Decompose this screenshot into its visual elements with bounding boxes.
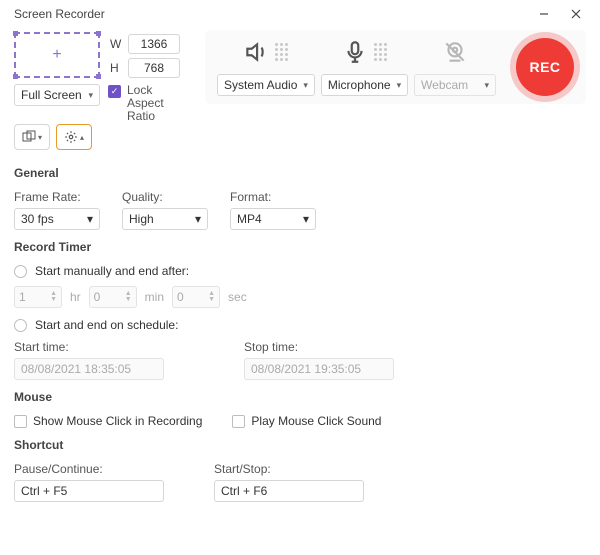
startstop-shortcut-label: Start/Stop: bbox=[214, 462, 364, 476]
format-label: Format: bbox=[230, 190, 316, 204]
record-button[interactable]: REC bbox=[516, 38, 574, 96]
quality-select[interactable]: High▾ bbox=[122, 208, 208, 230]
minimize-button[interactable] bbox=[528, 0, 560, 28]
frame-rate-label: Frame Rate: bbox=[14, 190, 100, 204]
show-mouse-click-option[interactable]: Show Mouse Click in Recording bbox=[14, 414, 202, 428]
webcam-disabled-icon bbox=[442, 39, 468, 65]
format-select[interactable]: MP4▾ bbox=[230, 208, 316, 230]
plus-icon: + bbox=[52, 47, 61, 63]
checkbox-checked-icon: ✓ bbox=[108, 85, 121, 98]
screenshot-tool-button[interactable]: ▾ bbox=[14, 124, 50, 150]
settings-tool-button[interactable]: ▴ bbox=[56, 124, 92, 150]
speaker-icon bbox=[243, 39, 269, 65]
frame-rate-select[interactable]: 30 fps▾ bbox=[14, 208, 100, 230]
capture-config-panel: + W 1366 H 768 Full Screen▾ ✓ Lock Aspec… bbox=[0, 28, 600, 118]
timer-manual-label: Start manually and end after: bbox=[35, 264, 189, 278]
webcam-select[interactable]: Webcam▾ bbox=[414, 74, 496, 96]
lock-aspect-row[interactable]: ✓ Lock Aspect Ratio bbox=[108, 84, 187, 123]
level-dots-icon bbox=[275, 43, 288, 61]
startstop-shortcut-input[interactable]: Ctrl + F6 bbox=[214, 480, 364, 502]
chevron-down-icon: ▾ bbox=[195, 212, 201, 226]
height-input[interactable]: 768 bbox=[128, 58, 180, 78]
toolbar: ▾ ▴ bbox=[0, 118, 600, 154]
radio-unchecked-icon bbox=[14, 319, 27, 332]
microphone-icon bbox=[342, 39, 368, 65]
level-dots-icon bbox=[374, 43, 387, 61]
pause-shortcut-label: Pause/Continue: bbox=[14, 462, 164, 476]
timer-schedule-option[interactable]: Start and end on schedule: bbox=[14, 318, 586, 332]
section-shortcut: Shortcut bbox=[14, 438, 586, 452]
chevron-down-icon: ▾ bbox=[303, 80, 308, 91]
device-panel: System Audio▾ Microphone▾ Webcam▾ REC bbox=[205, 30, 586, 104]
chevron-down-icon: ▾ bbox=[87, 212, 93, 226]
start-time-label: Start time: bbox=[14, 340, 164, 354]
start-time-input[interactable]: 08/08/2021 18:35:05 bbox=[14, 358, 164, 380]
chevron-down-icon: ▾ bbox=[88, 90, 93, 101]
seconds-stepper[interactable]: 0▲▼ bbox=[172, 286, 220, 308]
hours-stepper[interactable]: 1▲▼ bbox=[14, 286, 62, 308]
timer-schedule-label: Start and end on schedule: bbox=[35, 318, 178, 332]
webcam-column: Webcam▾ bbox=[414, 38, 496, 96]
stop-time-label: Stop time: bbox=[244, 340, 394, 354]
section-general: General bbox=[14, 166, 586, 180]
chevron-down-icon: ▾ bbox=[485, 80, 490, 91]
height-label: H bbox=[110, 61, 122, 75]
show-mouse-click-label: Show Mouse Click in Recording bbox=[33, 414, 202, 428]
system-audio-column: System Audio▾ bbox=[217, 38, 315, 96]
radio-unchecked-icon bbox=[14, 265, 27, 278]
minutes-stepper[interactable]: 0▲▼ bbox=[89, 286, 137, 308]
microphone-column: Microphone▾ bbox=[321, 38, 408, 96]
section-record-timer: Record Timer bbox=[14, 240, 586, 254]
pause-shortcut-input[interactable]: Ctrl + F5 bbox=[14, 480, 164, 502]
system-audio-select[interactable]: System Audio▾ bbox=[217, 74, 315, 96]
section-mouse: Mouse bbox=[14, 390, 586, 404]
minutes-unit: min bbox=[145, 290, 164, 304]
gear-icon bbox=[64, 130, 78, 144]
capture-mode-select[interactable]: Full Screen▾ bbox=[14, 84, 100, 106]
timer-manual-option[interactable]: Start manually and end after: bbox=[14, 264, 586, 278]
close-button[interactable] bbox=[560, 0, 592, 28]
chevron-up-icon: ▴ bbox=[80, 133, 84, 142]
capture-area-column: + W 1366 H 768 Full Screen▾ ✓ Lock Aspec… bbox=[14, 30, 187, 123]
capture-region-box[interactable]: + bbox=[14, 32, 100, 78]
settings-panel[interactable]: General Frame Rate: 30 fps▾ Quality: Hig… bbox=[0, 154, 600, 555]
microphone-select[interactable]: Microphone▾ bbox=[321, 74, 408, 96]
width-input[interactable]: 1366 bbox=[128, 34, 180, 54]
chevron-down-icon: ▾ bbox=[38, 133, 42, 142]
quality-label: Quality: bbox=[122, 190, 208, 204]
play-click-sound-label: Play Mouse Click Sound bbox=[251, 414, 381, 428]
play-click-sound-option[interactable]: Play Mouse Click Sound bbox=[232, 414, 381, 428]
title-bar: Screen Recorder bbox=[0, 0, 600, 28]
checkbox-unchecked-icon bbox=[14, 415, 27, 428]
app-title: Screen Recorder bbox=[14, 7, 105, 21]
chevron-down-icon: ▾ bbox=[303, 212, 309, 226]
overlap-squares-icon bbox=[22, 130, 36, 144]
width-label: W bbox=[110, 37, 122, 51]
seconds-unit: sec bbox=[228, 290, 247, 304]
checkbox-unchecked-icon bbox=[232, 415, 245, 428]
hours-unit: hr bbox=[70, 290, 81, 304]
chevron-down-icon: ▾ bbox=[397, 80, 402, 91]
stop-time-input[interactable]: 08/08/2021 19:35:05 bbox=[244, 358, 394, 380]
lock-aspect-label: Lock Aspect Ratio bbox=[127, 84, 187, 123]
